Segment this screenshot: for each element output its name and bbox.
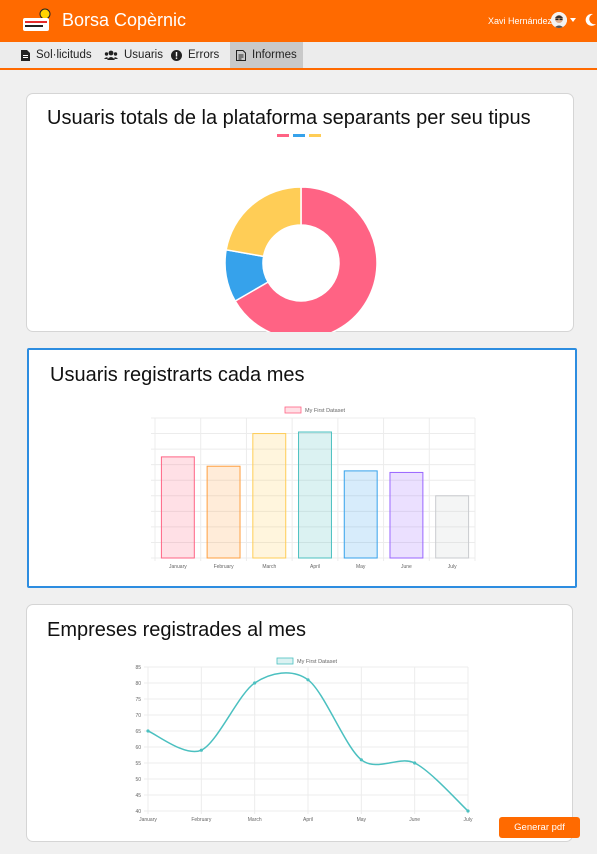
app-logo[interactable] (20, 8, 52, 34)
y-tick-label: 65 (135, 729, 141, 735)
x-tick-label: June (409, 817, 420, 823)
exclamation-circle-icon (171, 49, 182, 61)
y-tick-label: 50 (135, 777, 141, 783)
card-title: Usuaris totals de la plataforma separant… (47, 107, 531, 129)
nav-item-label: Usuaris (124, 49, 163, 61)
x-tick-label: February (214, 564, 235, 570)
x-tick-label: April (310, 564, 320, 570)
y-tick-label: 75 (135, 697, 141, 703)
nav-item-label: Informes (252, 49, 297, 61)
x-tick-label: April (303, 817, 313, 823)
y-tick-label: 70 (135, 713, 141, 719)
bar (252, 433, 287, 559)
generate-pdf-button[interactable]: Generar pdf (499, 817, 580, 838)
data-point (146, 729, 150, 733)
y-tick-label: 60 (135, 745, 141, 751)
card-title: Usuaris registrarts cada mes (50, 364, 305, 386)
y-tick-label: 45 (135, 793, 141, 799)
nav-bar: Sol·licituds Usuaris Errors Informes (0, 42, 597, 70)
legend-swatch (276, 657, 294, 665)
document-icon (21, 49, 30, 61)
x-tick-label: March (248, 817, 262, 823)
nav-item-usuaris[interactable]: Usuaris (104, 42, 163, 68)
data-point (199, 748, 203, 752)
y-tick-label: 55 (135, 761, 141, 767)
users-per-month-card[interactable]: Usuaris registrarts cada mes My First Da… (27, 348, 577, 588)
app-title[interactable]: Borsa Copèrnic (62, 10, 186, 31)
x-tick-label: May (357, 817, 367, 823)
data-point (413, 761, 417, 765)
chevron-down-icon[interactable] (570, 18, 576, 22)
legend-label: My First Dataset (305, 408, 346, 414)
data-point (466, 809, 470, 813)
x-tick-label: January (169, 564, 187, 570)
nav-item-sollicituds[interactable]: Sol·licituds (21, 42, 92, 68)
report-icon (236, 49, 246, 61)
y-tick-label: 80 (135, 681, 141, 687)
bar (343, 470, 378, 559)
nav-item-label: Errors (188, 49, 220, 61)
legend-swatch (309, 134, 321, 137)
data-point (306, 678, 310, 682)
legend-swatch (293, 134, 305, 137)
bar-chart: My First Dataset January February March Apri… (151, 406, 476, 570)
x-tick-label: March (262, 564, 276, 570)
bar (389, 471, 424, 559)
nav-item-label: Sol·licituds (36, 49, 92, 61)
legend-swatch (277, 134, 289, 137)
data-point (359, 758, 363, 762)
bar (206, 465, 241, 559)
companies-per-month-card: Empreses registrades al mes 85 80 75 70 65 60… (26, 604, 573, 842)
users-icon (104, 50, 118, 60)
users-by-type-card: Usuaris totals de la plataforma separant… (26, 93, 574, 332)
legend-swatch (284, 406, 302, 414)
x-tick-label: January (139, 817, 157, 823)
avatar[interactable] (551, 12, 567, 28)
x-tick-label: June (401, 564, 412, 570)
moon-icon[interactable] (583, 13, 597, 27)
y-tick-label: 40 (135, 809, 141, 815)
doughnut-slice (225, 186, 302, 258)
x-tick-label: February (191, 817, 212, 823)
nav-item-errors[interactable]: Errors (171, 42, 219, 68)
bar (435, 495, 470, 559)
x-tick-label: July (464, 817, 473, 823)
top-bar: Borsa Copèrnic Xavi Hernández (0, 0, 597, 42)
doughnut-chart (224, 134, 378, 332)
legend-label: My First Dataset (297, 659, 338, 665)
bar (298, 431, 332, 559)
x-tick-label: May (356, 564, 366, 570)
data-point (253, 681, 257, 685)
card-title: Empreses registrades al mes (47, 619, 306, 641)
user-name[interactable]: Xavi Hernández (488, 16, 552, 26)
x-tick-label: July (448, 564, 457, 570)
line-chart: 85 80 75 70 65 60 55 50 45 40 January February March… (135, 657, 473, 823)
y-tick-label: 85 (135, 665, 141, 671)
bar (160, 456, 195, 559)
nav-item-informes[interactable]: Informes (230, 42, 303, 68)
